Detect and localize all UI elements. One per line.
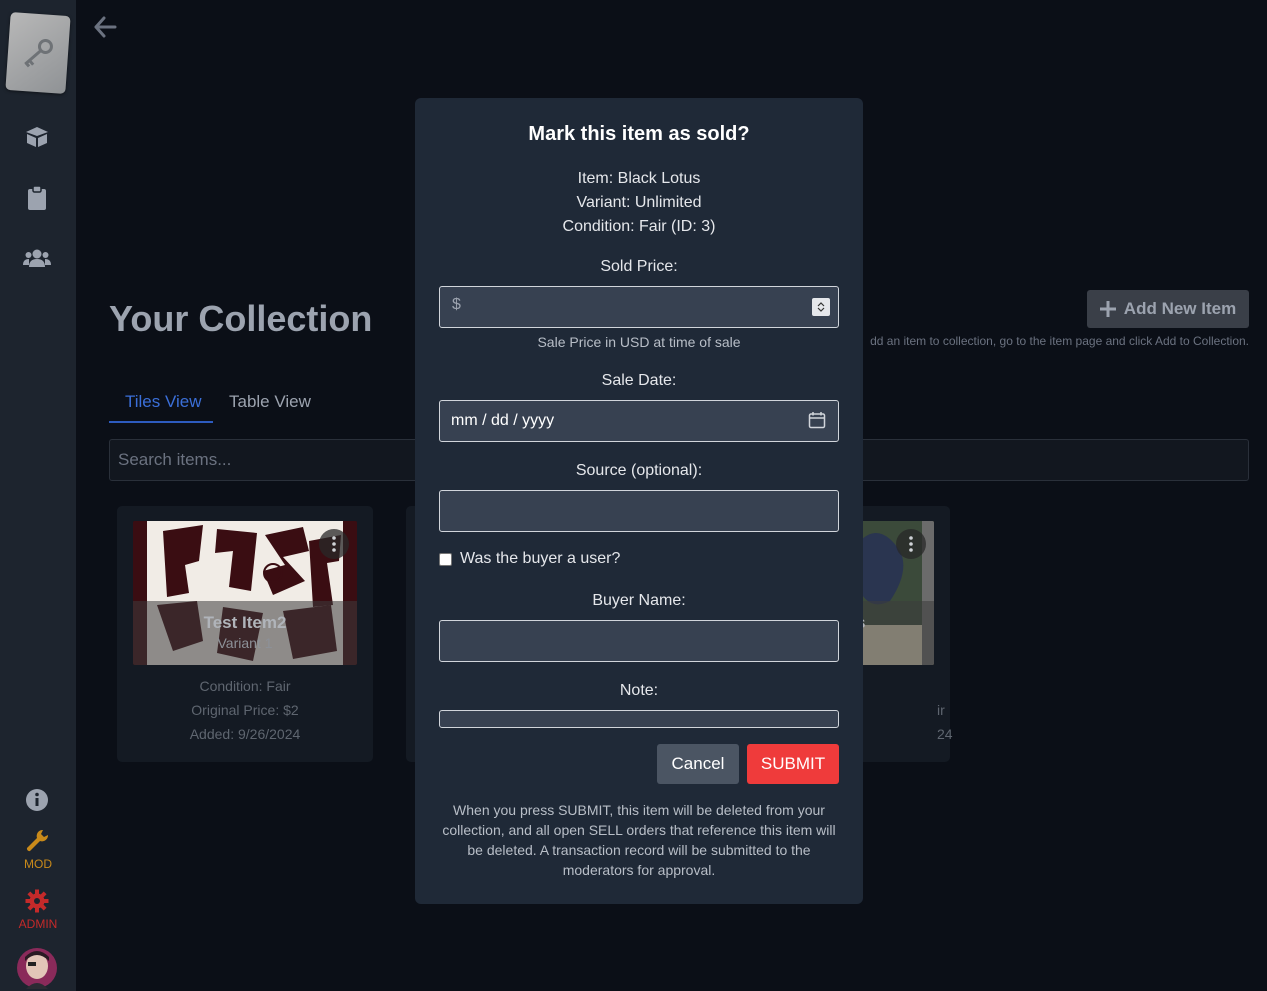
card-menu-button[interactable] (319, 529, 349, 559)
app-logo[interactable] (5, 12, 71, 94)
modal-item-name: Item: Black Lotus (577, 170, 701, 187)
add-new-item-label: Add New Item (1123, 299, 1237, 318)
card-menu-button[interactable] (896, 529, 926, 559)
source-input[interactable] (439, 490, 839, 532)
card-condition: Condition: Fair (199, 678, 291, 694)
sidebar-item-users[interactable] (22, 243, 52, 273)
buyer-user-label: Was the buyer a user? (460, 550, 621, 567)
active-tab-indicator (109, 421, 213, 423)
mark-sold-modal: Mark this item as sold? Item: Black Lotu… (415, 98, 863, 904)
kebab-menu-icon (909, 536, 913, 552)
wrench-icon (26, 829, 49, 852)
card-image: Test Item2 Variant 1 (133, 521, 357, 665)
sidebar-item-orders[interactable] (22, 183, 52, 213)
sidebar-item-admin[interactable] (22, 886, 52, 916)
note-label: Note: (619, 682, 659, 699)
chevron-down-icon (817, 307, 825, 312)
price-stepper[interactable] (812, 298, 830, 316)
plus-icon (1099, 301, 1116, 317)
modal-item-condition: Condition: Fair (ID: 3) (562, 218, 716, 235)
buyer-user-row: Was the buyer a user? (439, 550, 620, 568)
add-item-hint: dd an item to collection, go to the item… (870, 334, 1249, 348)
sold-price-help: Sale Price in USD at time of sale (537, 334, 741, 350)
sidebar-item-mod[interactable] (22, 826, 52, 856)
note-textarea[interactable] (439, 710, 839, 728)
card-original-price: Original Price: $2 (191, 702, 299, 718)
box-icon (26, 127, 48, 147)
tab-table-view[interactable]: Table View (229, 392, 311, 412)
mod-label: MOD (24, 857, 52, 871)
sale-date-label: Sale Date: (601, 372, 677, 389)
submit-warning: When you press SUBMIT, this item will be… (442, 802, 836, 878)
back-arrow-icon[interactable] (92, 14, 118, 40)
clipboard-icon (28, 185, 46, 210)
kebab-menu-icon (332, 536, 336, 552)
avatar[interactable] (16, 947, 58, 989)
currency-symbol: $ (452, 296, 461, 313)
sold-price-input[interactable] (439, 286, 839, 328)
admin-label: ADMIN (18, 917, 58, 931)
sidebar-item-info[interactable] (22, 785, 52, 815)
sidebar-item-collection[interactable] (22, 122, 52, 152)
gear-icon (25, 889, 49, 913)
tab-tiles-view[interactable]: Tiles View (125, 392, 202, 412)
info-icon (26, 789, 48, 811)
cancel-button[interactable]: Cancel (657, 744, 739, 784)
sale-date-placeholder: mm / dd / yyyy (451, 412, 555, 429)
buyer-user-checkbox[interactable] (439, 552, 452, 566)
source-label: Source (optional): (575, 462, 703, 479)
key-icon (24, 39, 53, 68)
card-added-date: Added: 9/26/2024 (189, 726, 301, 742)
card-overlay: Test Item2 Variant 1 (133, 601, 357, 665)
add-new-item-button[interactable]: Add New Item (1087, 290, 1249, 328)
card-item-variant: Variant 1 (217, 635, 273, 651)
buyer-name-label: Buyer Name: (592, 592, 686, 609)
modal-title: Mark this item as sold? (528, 123, 750, 145)
sold-price-label: Sold Price: (600, 258, 678, 275)
submit-button[interactable]: SUBMIT (747, 744, 839, 784)
modal-item-variant: Variant: Unlimited (576, 194, 702, 211)
collection-card[interactable]: Test Item2 Variant 1 Condition: Fair Ori… (117, 506, 373, 762)
calendar-icon[interactable] (808, 411, 826, 429)
users-icon (23, 249, 51, 267)
buyer-name-input[interactable] (439, 620, 839, 662)
page-title: Your Collection (109, 298, 373, 339)
card-item-name: Test Item2 (203, 613, 287, 632)
sidebar: MOD ADMIN (0, 0, 76, 991)
